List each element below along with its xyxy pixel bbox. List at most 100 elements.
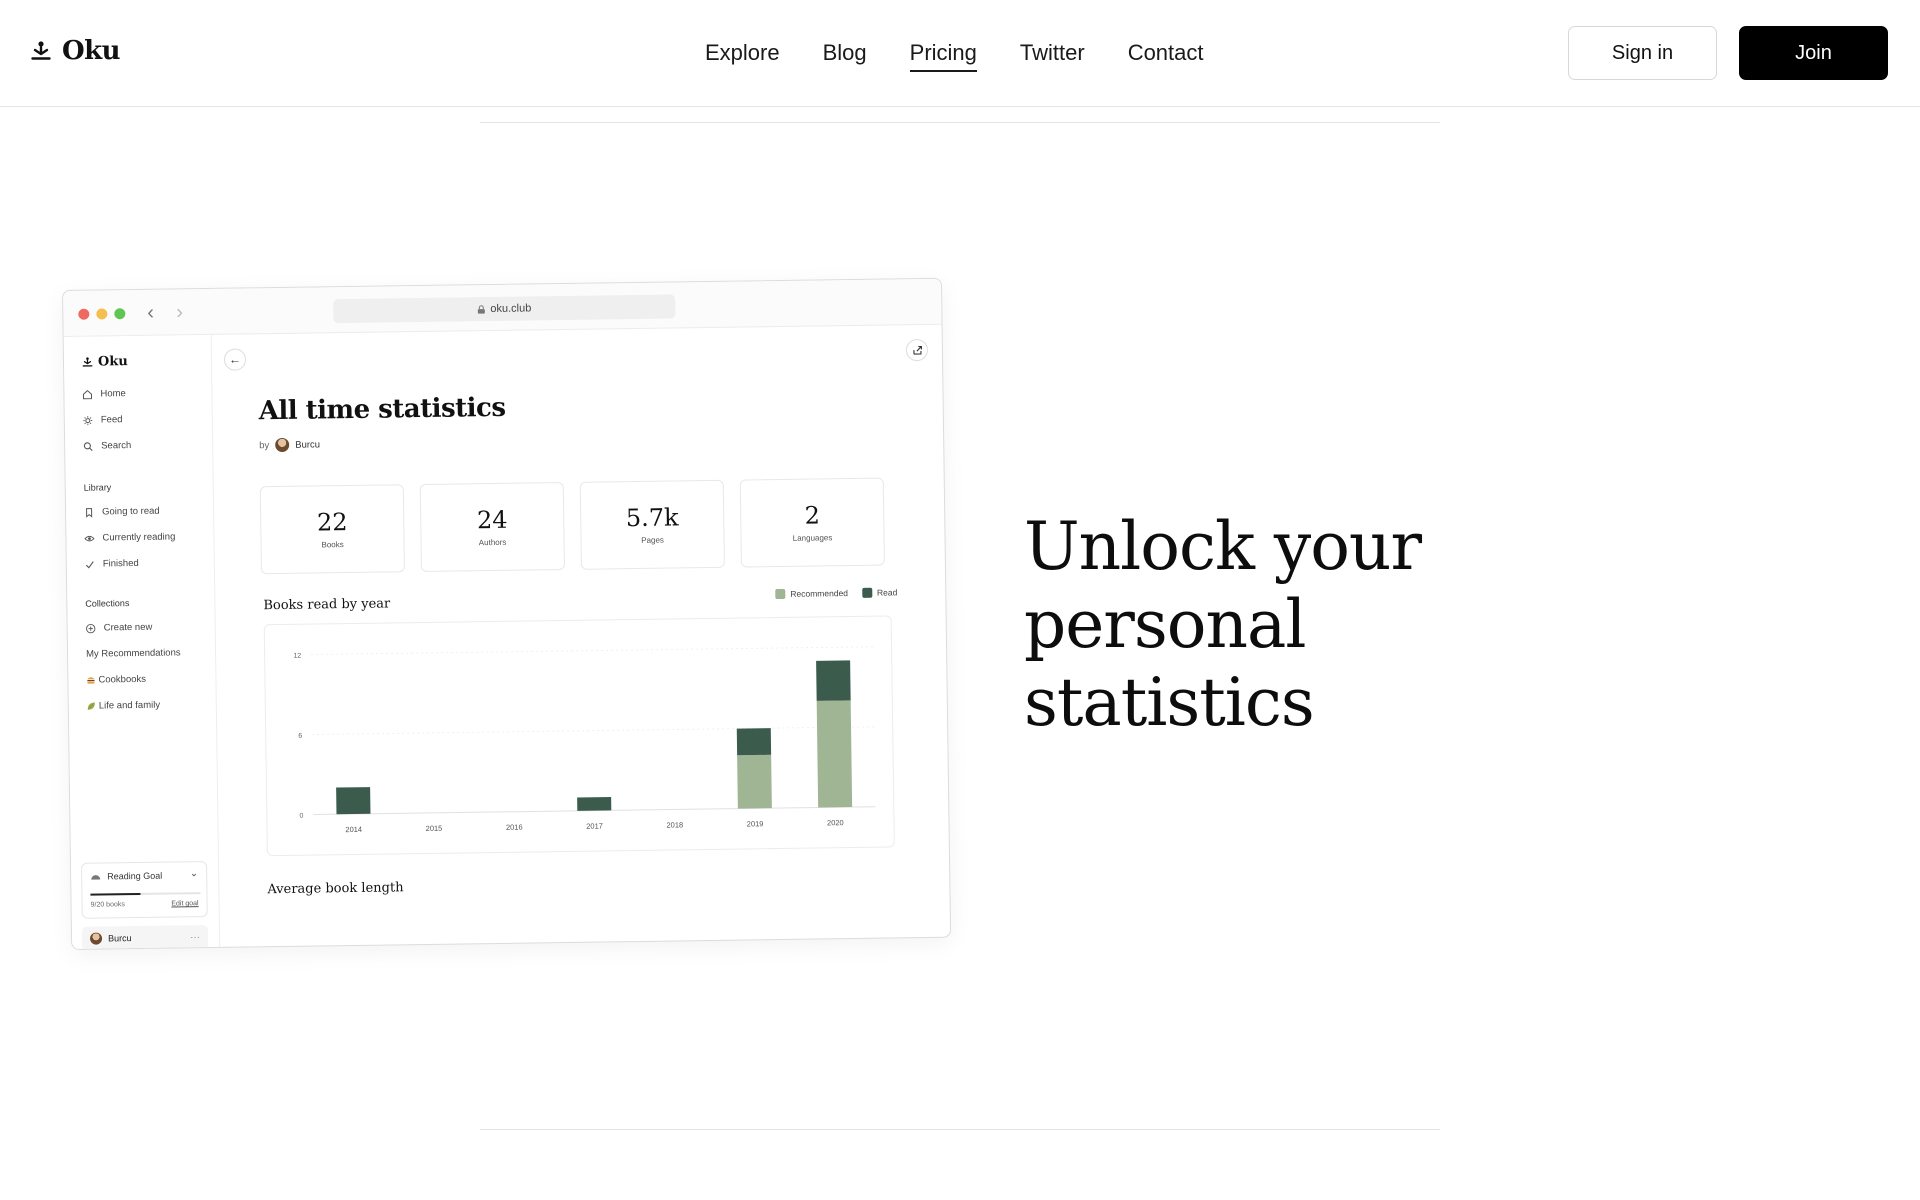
sidebar-item-currently-reading: Currently reading	[84, 531, 175, 543]
edit-goal-link: Edit goal	[171, 900, 199, 908]
app-body: Oku Home Feed Search Library Going to re…	[63, 325, 950, 950]
nav-twitter[interactable]: Twitter	[1020, 38, 1085, 72]
search-icon	[83, 441, 93, 451]
top-nav: Explore Blog Pricing Twitter Contact	[705, 38, 1204, 72]
sidebar-item-label: Currently reading	[102, 531, 176, 544]
sidebar-item-create-new: Create new	[86, 621, 153, 634]
more-options-icon: ···	[189, 931, 201, 943]
nav-blog[interactable]: Blog	[823, 38, 867, 72]
window-maximize-dot	[114, 308, 126, 320]
average-book-length-title: Average book length	[267, 880, 404, 898]
sidebar-brand: Oku	[82, 354, 128, 370]
sidebar-item-search: Search	[83, 440, 131, 452]
sidebar-item-label: Create new	[103, 621, 153, 634]
bar-read-2020	[816, 660, 851, 701]
reading-goal-progress-fill	[90, 892, 140, 896]
oku-logo-icon	[31, 41, 51, 60]
byline: by Burcu	[259, 437, 321, 453]
sidebar-item-label: Life and family	[98, 699, 161, 712]
avatar	[275, 437, 290, 453]
x-tick-label: 2019	[747, 819, 764, 828]
sidebar-item-label: Going to read	[102, 505, 160, 518]
stat-value: 2	[804, 501, 821, 530]
nav-explore[interactable]: Explore	[705, 38, 780, 72]
sidebar-item-finished: Finished	[85, 558, 139, 570]
brand-name: Oku	[62, 36, 121, 66]
stat-label: Books	[321, 540, 344, 550]
sidebar-item-label: Finished	[102, 557, 139, 570]
stat-label: Authors	[478, 537, 507, 548]
stat-card-books: 22 Books	[259, 484, 405, 575]
join-button[interactable]: Join	[1739, 26, 1888, 80]
reading-goal-label: Reading Goal	[107, 870, 163, 882]
sidebar-item-home: Home	[82, 388, 126, 400]
eye-icon	[84, 535, 95, 541]
section-divider-bottom	[480, 1129, 1440, 1130]
y-tick-label: 6	[298, 733, 302, 740]
chevron-down-icon: ⌄	[189, 868, 199, 880]
stat-card-pages: 5.7k Pages	[579, 479, 725, 570]
bar-recommended-2020	[816, 700, 853, 808]
x-tick-label: 2016	[506, 823, 523, 832]
bar-read-2017	[577, 797, 612, 811]
bookmark-icon	[86, 507, 93, 518]
sidebar-item-label: Cookbooks	[98, 673, 147, 686]
reading-goal-count: 9/20 books	[90, 901, 125, 909]
window-close-dot	[78, 308, 90, 320]
x-tick-label: 2018	[666, 820, 683, 829]
stat-card-authors: 24 Authors	[419, 482, 565, 573]
sidebar-item-going-to-read: Going to read	[84, 506, 160, 518]
legend-swatch	[775, 588, 786, 600]
legend-swatch	[861, 587, 873, 598]
x-tick-label: 2020	[827, 818, 844, 827]
share-icon	[905, 338, 929, 362]
bar-read-2014	[336, 787, 371, 815]
x-tick-label: 2017	[586, 822, 603, 831]
sidebar-item-label: Home	[100, 388, 126, 400]
oku-logo-icon	[82, 357, 93, 367]
legend-item-recommended: Recommended	[775, 588, 849, 600]
stat-value: 24	[476, 505, 508, 535]
url-bar: oku.club	[333, 294, 676, 324]
sign-in-button[interactable]: Sign in	[1568, 26, 1717, 80]
stat-value: 5.7k	[625, 503, 679, 533]
plus-circle-icon	[86, 623, 96, 633]
reading-goal-card: Reading Goal ⌄ 9/20 books Edit goal	[80, 861, 208, 919]
sidebar-heading-collections: Collections	[85, 598, 130, 609]
x-tick-label: 2015	[426, 824, 443, 833]
stat-card-languages: 2 Languages	[739, 477, 885, 568]
sidebar-item-life-and-family: Life and family	[87, 700, 160, 712]
reading-goal-progress-bar	[90, 892, 201, 896]
nav-contact[interactable]: Contact	[1128, 38, 1204, 72]
bar-read-2019	[736, 728, 772, 756]
check-icon	[85, 560, 94, 568]
legend-label: Recommended	[790, 588, 849, 599]
bar-recommended-2019	[737, 754, 772, 809]
sidebar-heading-library: Library	[83, 482, 112, 493]
section-divider-top	[480, 122, 1440, 123]
books-by-year-chart: 0 6 12 2014 2015 2016 2017 2018 2019 2020	[263, 615, 895, 857]
url-text: oku.club	[490, 302, 532, 316]
lock-icon	[477, 304, 485, 314]
sidebar-item-my-recommendations: My Recommendations	[86, 647, 181, 659]
gridline	[311, 646, 874, 656]
sidebar-brand-name: Oku	[97, 354, 128, 370]
legend-item-read: Read	[861, 587, 897, 598]
stat-label: Languages	[792, 533, 833, 543]
y-tick-label: 0	[299, 813, 303, 820]
browser-window: ‹ › oku.club Oku Home Feed Search Librar…	[62, 277, 952, 950]
leaf-emoji-icon	[87, 702, 95, 710]
brand-logo[interactable]: Oku	[30, 36, 121, 66]
app-main: ← All time statistics by Burcu 22 Books …	[212, 325, 950, 947]
home-icon	[82, 389, 93, 399]
avatar	[89, 932, 103, 945]
back-arrow-icon: ←	[223, 348, 247, 371]
sun-icon	[83, 415, 93, 425]
y-tick-label: 12	[293, 653, 301, 660]
window-minimize-dot	[96, 308, 108, 320]
byline-author: Burcu	[295, 438, 321, 451]
hero-headline: Unlock your personal statistics	[1024, 508, 1422, 741]
nav-pricing[interactable]: Pricing	[909, 38, 977, 72]
app-sidebar: Oku Home Feed Search Library Going to re…	[63, 334, 221, 950]
x-tick-label: 2014	[345, 825, 362, 834]
